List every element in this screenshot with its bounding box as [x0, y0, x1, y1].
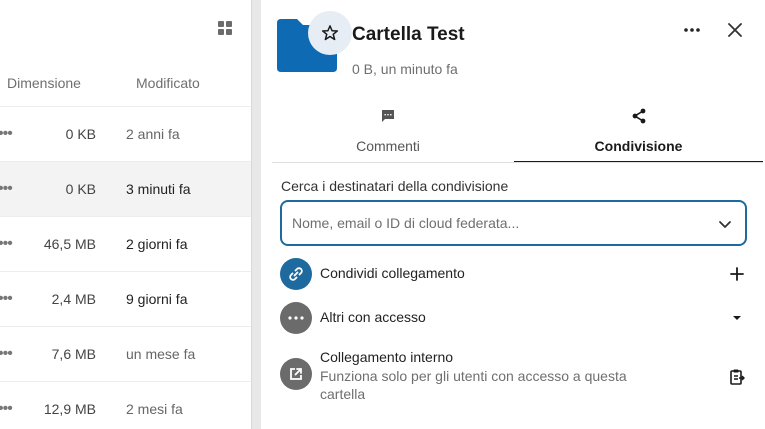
file-size: 46,5 MB: [43, 236, 96, 252]
share-search-label: Cerca i destinatari della condivisione: [281, 178, 509, 194]
link-icon: [289, 267, 303, 281]
add-share-link-button[interactable]: [727, 264, 747, 284]
tab-comments-label: Commenti: [356, 138, 420, 154]
more-actions-button[interactable]: [680, 18, 704, 42]
more-horizontal-icon: [684, 28, 700, 32]
internal-link-description: Funziona solo per gli utenti con accesso…: [320, 368, 627, 402]
share-link-item[interactable]: Condividi collegamento: [280, 258, 747, 290]
file-modified: 2 anni fa: [126, 126, 180, 142]
plus-icon: [730, 267, 744, 281]
link-avatar: [280, 258, 312, 290]
file-size: 2,4 MB: [51, 291, 96, 307]
file-size: 0 KB: [65, 181, 96, 197]
file-row[interactable]: ••• 46,5 MB 2 giorni fa: [0, 216, 251, 271]
others-with-access-label: Altri con accesso: [320, 309, 426, 325]
chevron-down-icon[interactable]: [717, 216, 733, 232]
row-actions-icon[interactable]: •••: [0, 235, 13, 253]
file-modified: 3 minuti fa: [126, 181, 191, 197]
external-link-icon: [290, 368, 302, 380]
grid-view-toggle-icon[interactable]: [218, 21, 232, 35]
details-sidebar: Cartella Test 0 B, un minuto fa Commenti…: [262, 0, 765, 429]
sidebar-title: Cartella Test: [352, 24, 465, 45]
share-icon: [632, 108, 645, 124]
row-actions-icon[interactable]: •••: [0, 290, 13, 308]
share-search-box[interactable]: [280, 200, 747, 246]
file-size: 0 KB: [65, 126, 96, 142]
tab-divider: [272, 162, 763, 163]
file-size: 7,6 MB: [51, 346, 96, 362]
clipboard-icon: [730, 369, 745, 385]
caret-down-icon: [733, 316, 741, 320]
tab-sharing[interactable]: Condivisione: [514, 100, 763, 163]
internal-link-label: Collegamento interno: [320, 349, 454, 365]
row-actions-icon[interactable]: •••: [0, 180, 13, 198]
copy-internal-link-button[interactable]: [727, 367, 747, 387]
internal-link-avatar: [280, 358, 312, 390]
close-icon: [728, 23, 742, 37]
share-search-input[interactable]: [292, 213, 702, 233]
share-link-label: Condividi collegamento: [320, 265, 465, 281]
row-actions-icon[interactable]: •••: [0, 125, 13, 143]
file-list: Dimensione Modificato ••• 0 KB 2 anni fa…: [0, 0, 251, 429]
star-icon: [321, 25, 339, 41]
file-modified: 2 mesi fa: [126, 401, 183, 417]
others-with-access-item[interactable]: Altri con accesso: [280, 302, 747, 334]
dots-icon: [288, 316, 304, 320]
others-avatar: [280, 302, 312, 334]
close-sidebar-button[interactable]: [723, 18, 747, 42]
comment-icon: [382, 110, 394, 122]
file-row[interactable]: ••• 2,4 MB 9 giorni fa: [0, 271, 251, 326]
internal-link-item[interactable]: Collegamento interno Funziona solo per g…: [280, 346, 747, 406]
file-row[interactable]: ••• 0 KB 2 anni fa: [0, 106, 251, 161]
column-header-size[interactable]: Dimensione: [7, 75, 81, 91]
column-header-modified[interactable]: Modificato: [136, 75, 200, 91]
file-modified: un mese fa: [126, 346, 196, 362]
row-actions-icon[interactable]: •••: [0, 345, 13, 363]
file-size: 12,9 MB: [43, 401, 96, 417]
file-modified: 2 giorni fa: [126, 236, 188, 252]
file-row-selected[interactable]: ••• 0 KB 3 minuti fa: [0, 161, 251, 216]
file-row[interactable]: ••• 7,6 MB un mese fa: [0, 326, 251, 381]
sidebar-subtitle: 0 B, un minuto fa: [352, 61, 458, 77]
expand-others-button[interactable]: [727, 308, 747, 328]
file-modified: 9 giorni fa: [126, 291, 188, 307]
file-row[interactable]: ••• 12,9 MB 2 mesi fa: [0, 381, 251, 429]
row-actions-icon[interactable]: •••: [0, 400, 13, 418]
sidebar-resize-handle[interactable]: [251, 0, 261, 429]
favorite-star-button[interactable]: [308, 11, 352, 55]
tab-sharing-label: Condivisione: [594, 138, 683, 154]
tab-comments[interactable]: Commenti: [262, 100, 514, 163]
